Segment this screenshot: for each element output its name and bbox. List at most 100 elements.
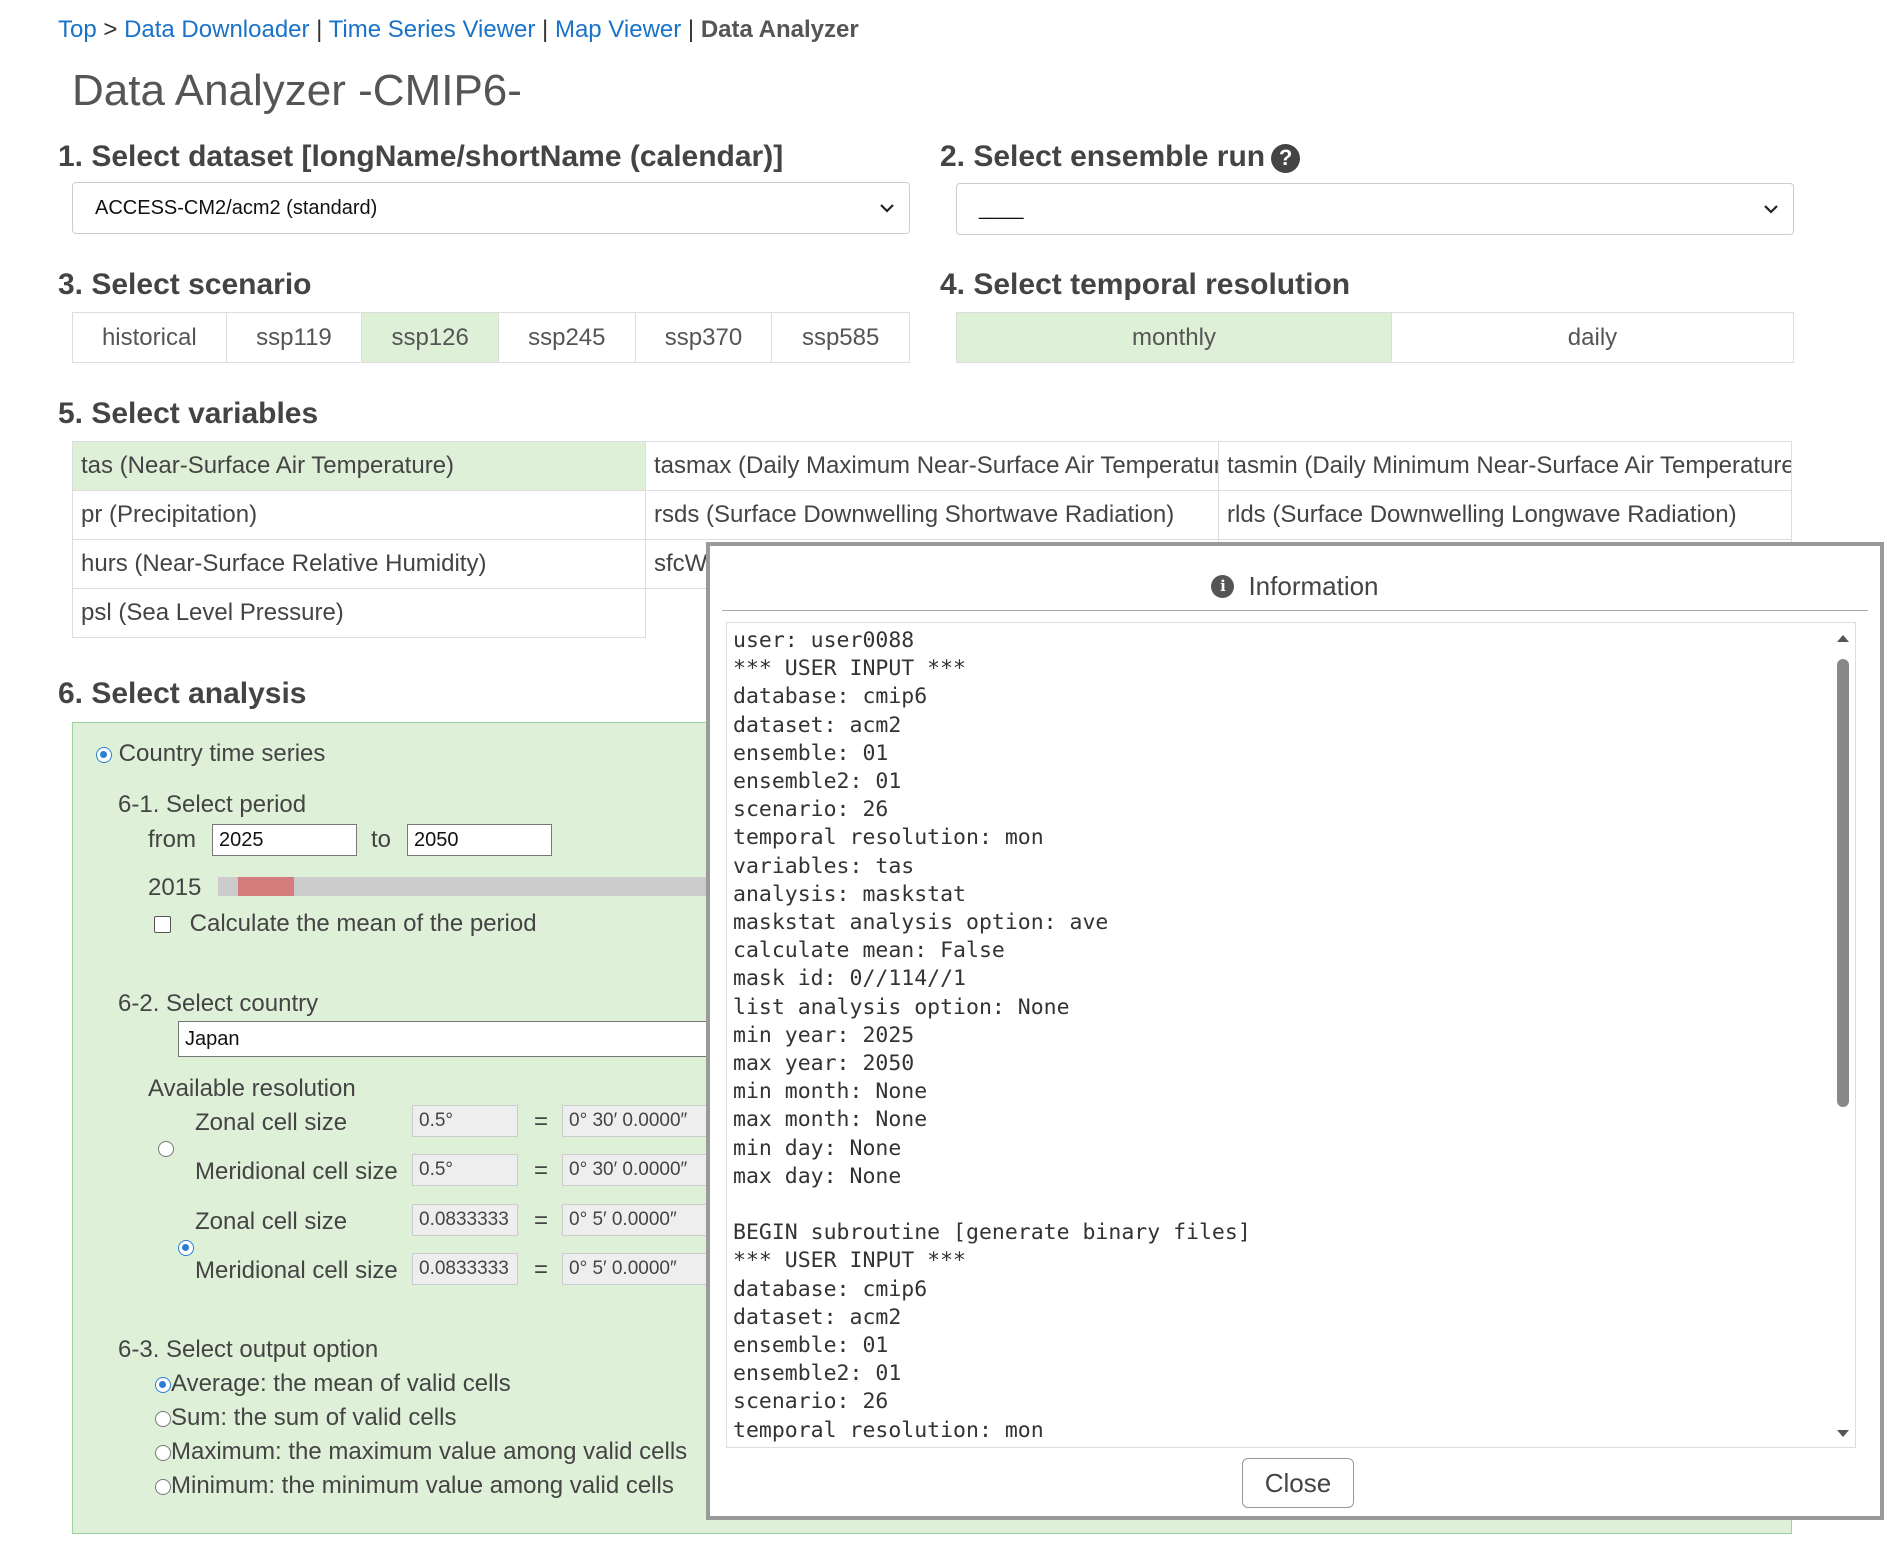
equals-sign: = <box>534 1108 549 1135</box>
temporal-option-daily[interactable]: daily <box>1392 313 1793 362</box>
output-option-average[interactable]: Average: the mean of valid cells <box>155 1370 511 1398</box>
equals-sign: = <box>534 1256 549 1283</box>
scenario-option-ssp370[interactable]: ssp370 <box>636 313 773 362</box>
ensemble-title-text: 2. Select ensemble run <box>940 140 1266 173</box>
data-downloader-link[interactable]: Data Downloader <box>124 16 309 43</box>
output-option-label: Minimum: the minimum value among valid c… <box>171 1472 674 1499</box>
scrollbar-thumb[interactable] <box>1837 659 1849 1107</box>
map-viewer-link[interactable]: Map Viewer <box>555 16 681 43</box>
from-label: from <box>148 826 196 853</box>
equals-sign: = <box>534 1157 549 1184</box>
radio-button[interactable] <box>155 1376 171 1393</box>
variable-tasmin[interactable]: tasmin (Daily Minimum Near-Surface Air T… <box>1218 441 1792 491</box>
ensemble-selected-value: ____ <box>979 197 1024 220</box>
page-title: Data Analyzer -CMIP6- <box>72 66 522 115</box>
output-option-label: Maximum: the maximum value among valid c… <box>171 1438 688 1465</box>
scenario-section-title: 3. Select scenario <box>58 268 312 301</box>
meridional-cell-size-label: Meridional cell size <box>195 1158 398 1185</box>
to-year-input[interactable]: 2050 <box>407 824 552 856</box>
variable-tasmax[interactable]: tasmax (Daily Maximum Near-Surface Air T… <box>645 441 1219 491</box>
scenario-option-historical[interactable]: historical <box>73 313 227 362</box>
scrollbar[interactable] <box>1833 623 1855 1447</box>
scroll-down-arrow-icon[interactable] <box>1836 1429 1850 1439</box>
dataset-select[interactable]: ACCESS-CM2/acm2 (standard) <box>72 182 910 234</box>
output-option-sum[interactable]: Sum: the sum of valid cells <box>155 1404 456 1432</box>
output-option-label: Average: the mean of valid cells <box>171 1370 511 1397</box>
temporal-selector: monthly daily <box>956 312 1794 363</box>
log-text: user: user0088 *** USER INPUT *** databa… <box>733 628 1251 1443</box>
country-input[interactable]: Japan <box>178 1021 718 1057</box>
resolution-radio-0.5[interactable] <box>158 1140 174 1157</box>
country-title: 6-2. Select country <box>118 990 319 1017</box>
meridional-cell-size-value: 0.0833333 <box>412 1253 518 1285</box>
radio-button[interactable] <box>155 1444 171 1461</box>
zonal-cell-size-label: Zonal cell size <box>195 1109 348 1136</box>
chevron-down-icon <box>1764 205 1778 214</box>
zonal-cell-size-label: Zonal cell size <box>195 1208 348 1235</box>
breadcrumb-top-link[interactable]: Top <box>58 16 97 43</box>
meridional-cell-size-value: 0.5° <box>412 1154 518 1186</box>
from-year-input[interactable]: 2025 <box>212 824 357 856</box>
slider-start-year: 2015 <box>148 874 202 901</box>
output-option-label: Sum: the sum of valid cells <box>171 1404 457 1431</box>
zonal-cell-size-dms: 0° 30′ 0.0000″ <box>562 1105 718 1137</box>
breadcrumb: Top > Data Downloader | Time Series View… <box>58 16 859 44</box>
analysis-section-title: 6. Select analysis <box>58 677 307 710</box>
zonal-cell-size-dms: 0° 5′ 0.0000″ <box>562 1204 718 1236</box>
output-option-minimum[interactable]: Minimum: the minimum value among valid c… <box>155 1472 674 1500</box>
time-series-viewer-link[interactable]: Time Series Viewer <box>329 16 536 43</box>
calculate-mean-option[interactable]: Calculate the mean of the period <box>154 910 537 938</box>
variable-pr[interactable]: pr (Precipitation) <box>72 490 646 540</box>
temporal-section-title: 4. Select temporal resolution <box>940 268 1351 301</box>
scenario-option-ssp585[interactable]: ssp585 <box>772 313 909 362</box>
log-output[interactable]: user: user0088 *** USER INPUT *** databa… <box>726 622 1856 1448</box>
dataset-selected-value: ACCESS-CM2/acm2 (standard) <box>95 196 378 219</box>
period-title: 6-1. Select period <box>118 791 307 818</box>
radio-button[interactable] <box>155 1478 171 1495</box>
scenario-option-ssp119[interactable]: ssp119 <box>227 313 363 362</box>
scenario-option-ssp126[interactable]: ssp126 <box>362 313 499 362</box>
available-resolution-title: Available resolution <box>148 1075 356 1102</box>
ensemble-select[interactable]: ____ <box>956 183 1794 235</box>
variable-tas[interactable]: tas (Near-Surface Air Temperature) <box>72 441 646 491</box>
variable-hurs[interactable]: hurs (Near-Surface Relative Humidity) <box>72 539 646 589</box>
information-dialog: i Information user: user0088 *** USER IN… <box>706 542 1884 1520</box>
zonal-cell-size-value: 0.5° <box>412 1105 518 1137</box>
help-icon[interactable]: ? <box>1271 143 1301 173</box>
to-label: to <box>371 826 392 853</box>
breadcrumb-separator: | <box>542 16 549 43</box>
calculate-mean-checkbox[interactable] <box>154 916 171 934</box>
equals-sign: = <box>534 1207 549 1234</box>
dialog-title: Information <box>1248 570 1379 601</box>
breadcrumb-current: Data Analyzer <box>700 16 859 43</box>
info-icon: i <box>1211 574 1235 598</box>
chevron-down-icon <box>880 204 894 213</box>
variables-section-title: 5. Select variables <box>58 397 319 430</box>
variable-rsds[interactable]: rsds (Surface Downwelling Shortwave Radi… <box>645 490 1219 540</box>
temporal-option-monthly[interactable]: monthly <box>957 313 1392 362</box>
meridional-cell-size-dms: 0° 5′ 0.0000″ <box>562 1253 718 1285</box>
output-option-maximum[interactable]: Maximum: the maximum value among valid c… <box>155 1438 687 1466</box>
ensemble-section-title: 2. Select ensemble run? <box>940 140 1301 174</box>
country-time-series-option[interactable]: Country time series <box>96 740 325 768</box>
scroll-up-arrow-icon[interactable] <box>1836 633 1850 643</box>
scenario-option-ssp245[interactable]: ssp245 <box>499 313 636 362</box>
dialog-header: i Information <box>722 562 1868 611</box>
meridional-cell-size-dms: 0° 30′ 0.0000″ <box>562 1154 718 1186</box>
close-button[interactable]: Close <box>1242 1458 1354 1508</box>
variable-psl[interactable]: psl (Sea Level Pressure) <box>72 588 646 638</box>
country-time-series-label: Country time series <box>118 740 326 767</box>
period-slider-range[interactable] <box>238 877 294 896</box>
scenario-selector: historical ssp119 ssp126 ssp245 ssp370 s… <box>72 312 910 363</box>
zonal-cell-size-value: 0.0833333 <box>412 1204 518 1236</box>
meridional-cell-size-label: Meridional cell size <box>195 1257 398 1284</box>
dataset-section-title: 1. Select dataset [longName/shortName (c… <box>58 140 784 173</box>
radio-button[interactable] <box>155 1410 171 1427</box>
radio-button[interactable] <box>96 746 112 763</box>
calculate-mean-label: Calculate the mean of the period <box>189 910 537 937</box>
variable-rlds[interactable]: rlds (Surface Downwelling Longwave Radia… <box>1218 490 1792 540</box>
breadcrumb-separator: > <box>103 16 118 43</box>
breadcrumb-separator: | <box>316 16 323 43</box>
breadcrumb-separator: | <box>687 16 695 43</box>
output-option-title: 6-3. Select output option <box>118 1336 379 1363</box>
